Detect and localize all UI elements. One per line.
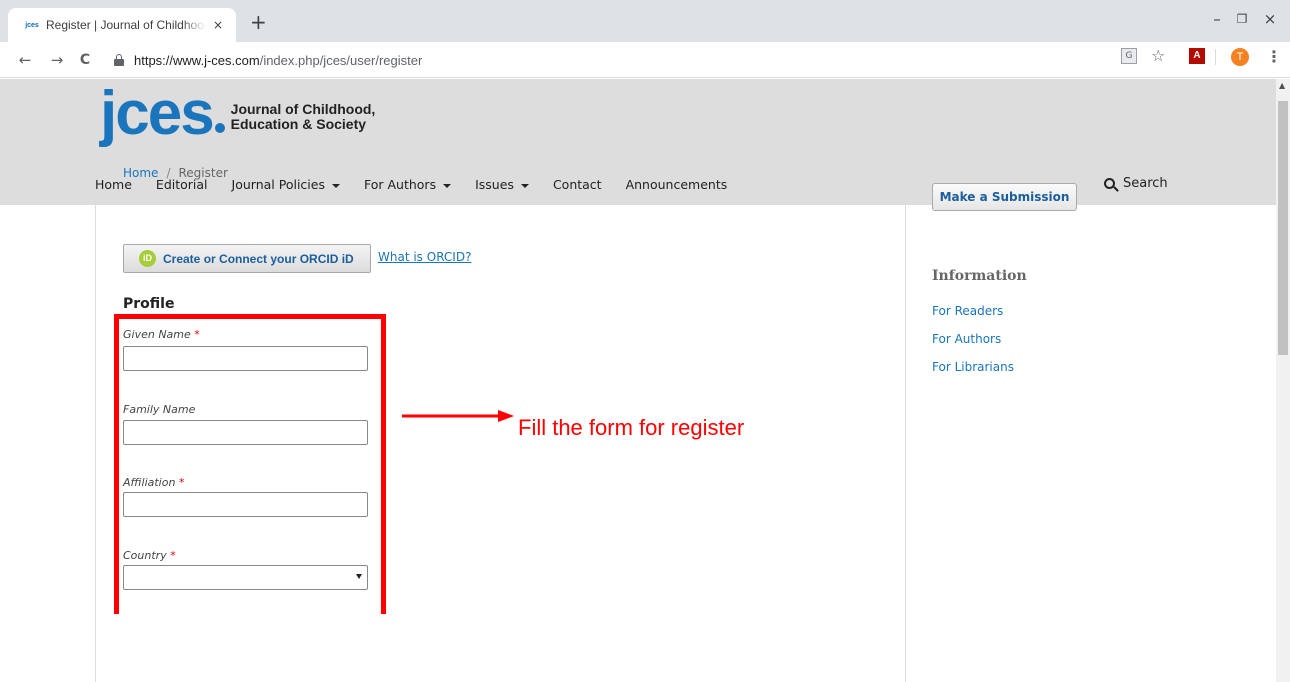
chevron-down-icon <box>520 183 529 188</box>
browser-tab[interactable]: jces Register | Journal of Childhood, E … <box>8 8 236 42</box>
logo-mark: jces <box>100 79 215 148</box>
pdf-extension-icon[interactable]: A <box>1189 48 1205 64</box>
nav-contact[interactable]: Contact <box>553 177 602 192</box>
site-header: jces Journal of Childhood, Education & So… <box>0 79 1276 205</box>
breadcrumb: Home / Register <box>123 166 228 180</box>
chevron-down-icon <box>331 183 340 188</box>
orcid-button-label: Create or Connect your ORCID iD <box>163 251 354 266</box>
lock-icon[interactable] <box>114 54 124 66</box>
reload-icon[interactable]: C <box>76 51 94 69</box>
toolbar-divider <box>1215 49 1216 65</box>
nav-for-authors[interactable]: For Authors <box>364 177 452 192</box>
country-select[interactable] <box>123 565 368 590</box>
sidebar-link-readers[interactable]: For Readers <box>932 304 1003 318</box>
new-tab-button[interactable]: + <box>250 12 267 32</box>
breadcrumb-current: Register <box>178 166 228 180</box>
url-text: https://www.j-ces.com/index.php/jces/use… <box>134 52 423 68</box>
annotation-arrow-icon <box>402 410 514 422</box>
browser-toolbar: ← → C https://www.j-ces.com/index.php/jc… <box>0 42 1290 78</box>
address-bar[interactable]: https://www.j-ces.com/index.php/jces/use… <box>100 47 1100 73</box>
minimize-window-button[interactable]: – <box>1207 10 1227 28</box>
sidebar-divider <box>905 205 906 682</box>
bookmark-star-icon[interactable]: ☆ <box>1151 46 1165 65</box>
site-favicon-icon: jces <box>25 21 39 29</box>
close-tab-icon[interactable]: × <box>210 17 226 33</box>
logo-text: Journal of Childhood, Education & Society <box>230 101 376 132</box>
close-window-button[interactable]: × <box>1260 10 1280 28</box>
nav-issues[interactable]: Issues <box>475 177 529 192</box>
given-name-label: Given Name * <box>123 328 200 341</box>
sidebar-link-librarians[interactable]: For Librarians <box>932 360 1014 374</box>
what-is-orcid-link[interactable]: What is ORCID? <box>378 250 471 264</box>
page-scrollbar[interactable]: ▲ <box>1276 79 1290 682</box>
restore-window-button[interactable]: ❐ <box>1232 12 1252 26</box>
browser-tab-strip: jces Register | Journal of Childhood, E … <box>0 0 1290 42</box>
information-heading: Information <box>932 268 1027 284</box>
logo-dot <box>214 123 225 133</box>
sidebar-link-authors[interactable]: For Authors <box>932 332 1001 346</box>
search-link[interactable]: Search <box>1104 176 1168 191</box>
back-arrow-icon[interactable]: ← <box>16 51 34 69</box>
nav-announcements[interactable]: Announcements <box>626 177 728 192</box>
search-icon <box>1104 178 1115 189</box>
chevron-down-icon <box>356 574 362 579</box>
translate-icon[interactable]: G <box>1121 48 1137 64</box>
site-logo[interactable]: jces Journal of Childhood, Education & So… <box>100 83 375 145</box>
browser-menu-icon[interactable]: ⋮ <box>1266 47 1282 66</box>
scrollbar-thumb[interactable] <box>1278 101 1288 355</box>
country-label: Country * <box>123 549 176 562</box>
make-submission-button[interactable]: Make a Submission <box>932 183 1077 211</box>
orcid-connect-button[interactable]: iD Create or Connect your ORCID iD <box>123 244 371 273</box>
forward-arrow-icon[interactable]: → <box>48 51 66 69</box>
tab-title: Register | Journal of Childhood, E <box>46 18 206 32</box>
affiliation-label: Affiliation * <box>123 476 185 489</box>
affiliation-input[interactable] <box>123 492 368 517</box>
search-label: Search <box>1123 176 1168 191</box>
family-name-input[interactable] <box>123 420 368 445</box>
orcid-icon: iD <box>139 250 156 267</box>
nav-journal-policies[interactable]: Journal Policies <box>232 177 340 192</box>
profile-avatar[interactable]: T <box>1231 48 1249 66</box>
annotation-text: Fill the form for register <box>518 415 745 440</box>
scroll-up-icon[interactable]: ▲ <box>1279 81 1285 90</box>
breadcrumb-home-link[interactable]: Home <box>123 166 158 180</box>
given-name-input[interactable] <box>123 346 368 371</box>
chevron-down-icon <box>443 183 452 188</box>
profile-heading: Profile <box>123 296 175 312</box>
family-name-label: Family Name <box>123 403 196 416</box>
